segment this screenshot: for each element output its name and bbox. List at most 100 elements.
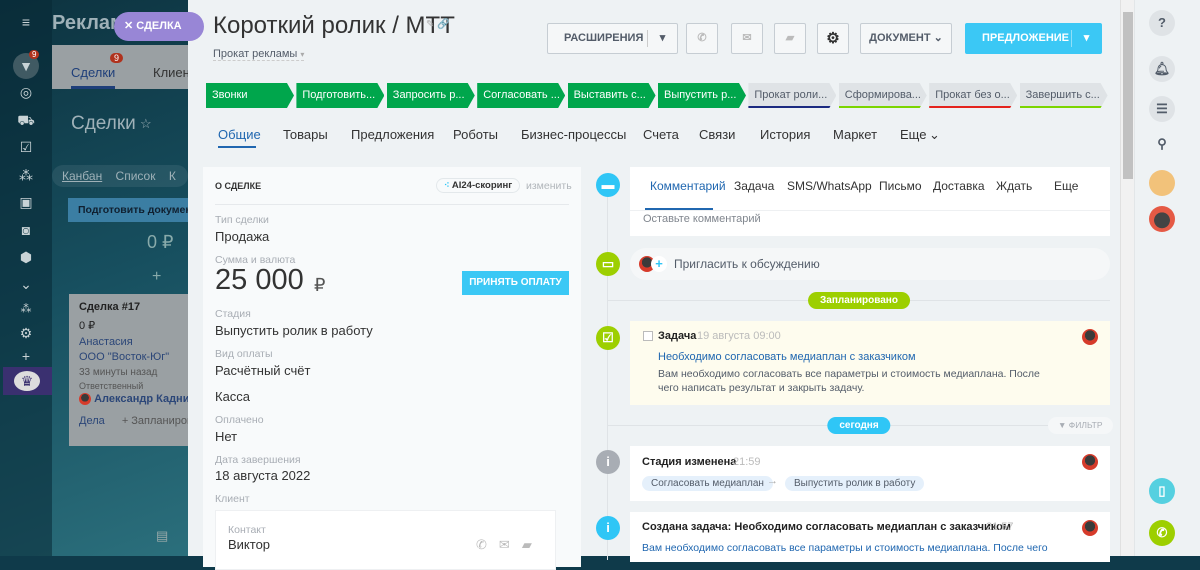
pay-type-value[interactable]: Расчётный счёт xyxy=(215,363,311,378)
tab-0[interactable]: Общие xyxy=(218,127,261,142)
filter-button[interactable]: ▼ ФИЛЬТР xyxy=(1048,417,1113,434)
timeline-tab-1[interactable]: Задача xyxy=(734,179,774,193)
bg-view-kanban[interactable]: Канбан xyxy=(62,169,102,183)
comment-input[interactable]: Оставьте комментарий xyxy=(643,213,761,225)
tab-5[interactable]: Счета xyxy=(643,127,679,142)
more-icon[interactable]: ⌄ xyxy=(14,276,38,296)
avatar[interactable] xyxy=(1149,206,1175,232)
phone-icon[interactable]: ✆ xyxy=(1149,520,1175,546)
timeline-tab-2[interactable]: SMS/WhatsApp xyxy=(787,179,872,193)
accept-payment-button[interactable]: ПРИНЯТЬ ОПЛАТУ xyxy=(462,271,569,295)
chevron-down-icon[interactable]: ▾ xyxy=(1071,30,1101,47)
box-icon[interactable]: ⬢ xyxy=(14,249,38,269)
call-button[interactable]: ✆ xyxy=(686,23,718,54)
task-created-title: Создана задача: Необходимо согласовать м… xyxy=(642,521,1011,533)
close-date-value[interactable]: 18 августа 2022 xyxy=(215,468,310,483)
stage-change-title: Стадия изменена xyxy=(642,456,737,468)
avatar[interactable] xyxy=(1149,170,1175,196)
structure-icon[interactable]: ⁂ xyxy=(14,302,38,322)
phone-icon[interactable]: ✆ xyxy=(476,537,499,552)
invite-to-discussion[interactable]: + Пригласить к обсуждению xyxy=(630,248,1110,280)
proposal-button[interactable]: ПРЕДЛОЖЕНИЕ ▾ xyxy=(965,23,1102,54)
stage-3[interactable]: Согласовать ... xyxy=(477,83,566,108)
bg-view-list[interactable]: Список xyxy=(116,169,156,183)
paid-value[interactable]: Нет xyxy=(215,429,237,444)
stage-2[interactable]: Запросить р... xyxy=(386,83,475,108)
tab-4[interactable]: Бизнес-процессы xyxy=(521,127,626,142)
sum-value[interactable]: 25 000 xyxy=(215,264,304,297)
timeline-tab-4[interactable]: Доставка xyxy=(933,179,985,193)
settings-icon[interactable]: ⚙ xyxy=(14,325,38,345)
tab-6[interactable]: Связи xyxy=(699,127,735,142)
timeline-tab-0[interactable]: Комментарий xyxy=(650,179,726,193)
tab-7[interactable]: История xyxy=(760,127,810,142)
bg-card-responsible[interactable]: Александр Кадников xyxy=(94,393,188,405)
mobile-cloud-icon[interactable]: ▯ xyxy=(1149,478,1175,504)
robot-icon[interactable]: ◙ xyxy=(14,222,38,242)
info-icon: i xyxy=(596,516,620,540)
crown-button[interactable]: ♛ xyxy=(3,367,52,395)
stage-8[interactable]: Прокат без о... xyxy=(929,83,1018,108)
add-icon[interactable]: + xyxy=(152,268,161,286)
help-icon[interactable]: ? xyxy=(1149,10,1175,36)
timeline-tab-5[interactable]: Ждать xyxy=(996,179,1032,193)
settings-button[interactable]: ⚙ xyxy=(817,23,849,54)
extensions-button[interactable]: РАСШИРЕНИЯ ▾ xyxy=(547,23,678,54)
timeline-tab-6[interactable]: Еще xyxy=(1054,179,1078,193)
chat-button[interactable]: ▰ xyxy=(774,23,806,54)
task-checkbox[interactable] xyxy=(643,331,653,341)
bg-deal-card[interactable]: Сделка #17 0 ₽ Анастасия ООО "Восток-Юг"… xyxy=(69,294,188,446)
avatar xyxy=(1082,454,1098,470)
stage-9[interactable]: Завершить с... xyxy=(1019,83,1108,108)
plus-icon[interactable]: + xyxy=(14,348,38,368)
stage-0[interactable]: Звонки xyxy=(206,83,294,108)
cash-value[interactable]: Касса xyxy=(215,389,250,404)
tab-1[interactable]: Товары xyxy=(283,127,328,142)
scrollbar[interactable] xyxy=(1120,0,1134,556)
chat-icon[interactable]: ▰ xyxy=(522,537,544,552)
timeline-tab-3[interactable]: Письмо xyxy=(879,179,922,193)
edit-title-icon[interactable]: ✎ 🔗 xyxy=(426,19,450,30)
tab-9[interactable]: Еще xyxy=(900,127,926,142)
tab-8[interactable]: Маркет xyxy=(833,127,877,142)
menu-icon[interactable]: ≡ xyxy=(14,14,38,34)
bg-tab-deals[interactable]: Сделки xyxy=(71,65,115,80)
stage-6[interactable]: Прокат роли... xyxy=(748,83,837,108)
stage-value[interactable]: Выпустить ролик в работу xyxy=(215,323,373,338)
contacts-icon[interactable]: ▣ xyxy=(14,194,38,214)
edit-link[interactable]: изменить xyxy=(526,180,572,192)
cart-icon[interactable]: ⛟ xyxy=(14,112,38,132)
sites-icon[interactable]: ⁂ xyxy=(14,167,38,187)
category-select[interactable]: Прокат рекламы ▾ xyxy=(213,48,305,61)
messenger-icon[interactable]: ☰ xyxy=(1149,96,1175,122)
bg-view-other[interactable]: К xyxy=(169,169,176,183)
tab-3[interactable]: Роботы xyxy=(453,127,498,142)
chevron-down-icon[interactable]: ▾ xyxy=(647,30,677,47)
stage-7[interactable]: Сформирова... xyxy=(838,83,927,108)
deal-type-value[interactable]: Продажа xyxy=(215,229,269,244)
tab-2[interactable]: Предложения xyxy=(351,127,434,142)
star-icon[interactable]: ☆ xyxy=(140,116,152,132)
about-title: О СДЕЛКЕ xyxy=(215,181,262,191)
task-icon[interactable]: ☑ xyxy=(14,139,38,159)
close-slider-button[interactable]: ✕ СДЕЛКА xyxy=(114,12,204,41)
search-icon[interactable]: ⚲ xyxy=(1149,131,1175,157)
plus-icon: + xyxy=(651,256,667,272)
document-button[interactable]: ДОКУМЕНТ ⌄ xyxy=(860,23,952,54)
task-title-link[interactable]: Необходимо согласовать медиаплан с заказ… xyxy=(658,351,916,363)
bg-card-activities[interactable]: Дела xyxy=(79,415,105,427)
stage-4[interactable]: Выставить с... xyxy=(567,83,656,108)
contact-name[interactable]: Виктор xyxy=(228,537,270,552)
bg-card-company[interactable]: ООО "Восток-Юг" xyxy=(79,350,178,365)
bell-icon[interactable]: 🔔︎ xyxy=(1149,56,1175,82)
bg-card-plan[interactable]: + Запланировать xyxy=(122,415,188,427)
scoring-badge[interactable]: ⁖ AI24-скоринг xyxy=(436,178,521,193)
stage-5[interactable]: Выпустить р... xyxy=(658,83,746,108)
stage-1[interactable]: Подготовить... xyxy=(296,83,385,108)
about-deal-card: О СДЕЛКЕ ⁖ AI24-скоринг изменить Тип сде… xyxy=(203,167,581,570)
printer-icon[interactable]: ▤ xyxy=(156,528,168,544)
mail-icon[interactable]: ✉ xyxy=(499,537,522,552)
bg-card-contact[interactable]: Анастасия xyxy=(79,335,178,350)
email-button[interactable]: ✉ xyxy=(731,23,763,54)
target-icon[interactable]: ◎ xyxy=(14,84,38,104)
